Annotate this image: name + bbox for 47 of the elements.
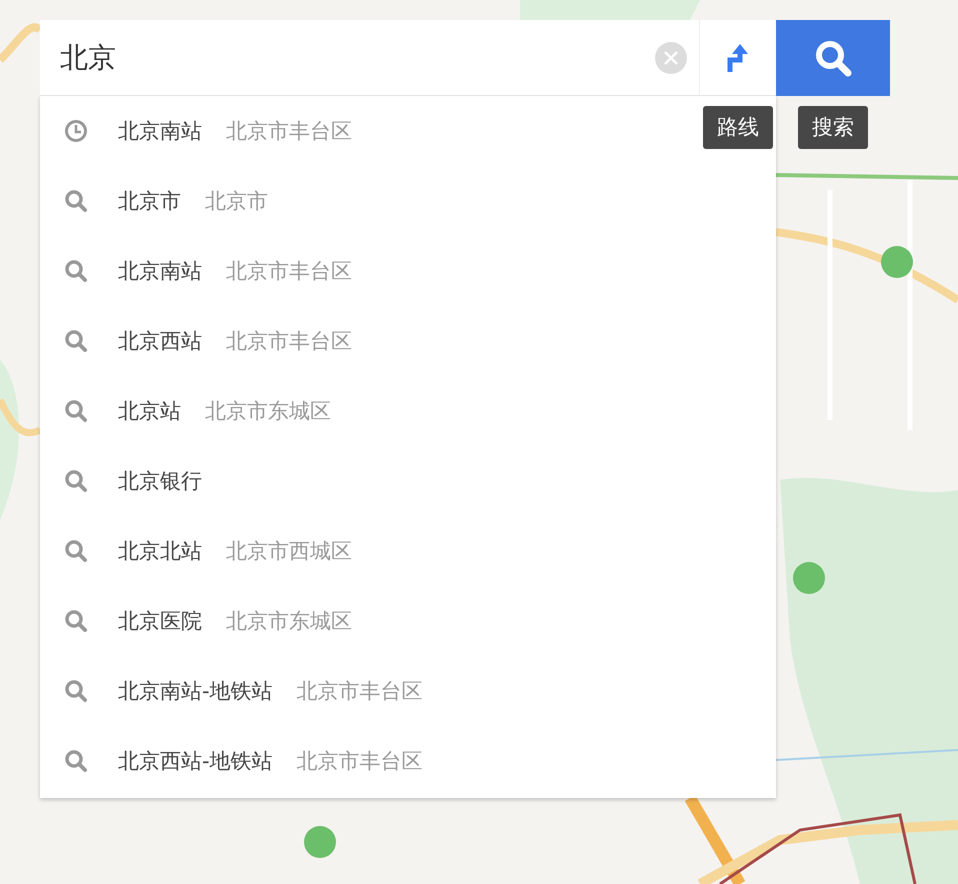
district-text: 北京市西城区 — [226, 538, 352, 565]
suggestion-item[interactable]: 北京南站 北京市丰台区 — [40, 236, 376, 306]
search-icon — [64, 469, 88, 493]
search-icon — [64, 749, 88, 773]
district-text: 北京市东城区 — [226, 608, 352, 635]
suggestion-item[interactable]: 北京南站 北京市丰台区 — [40, 96, 376, 166]
route-arrow-icon — [726, 42, 750, 74]
suggestion-item[interactable]: 北京北站 北京市西城区 — [40, 516, 376, 586]
place-name: 北京南站 — [118, 258, 202, 285]
tooltip: 路线 — [703, 106, 773, 150]
place-name: 北京市 — [118, 188, 181, 215]
place-name: 北京西站-地铁站 — [118, 748, 273, 775]
search-icon — [64, 399, 88, 423]
suggestion-item[interactable]: 北京银行 — [40, 446, 226, 516]
suggestion-item[interactable]: 北京医院 北京市东城区 — [40, 586, 376, 656]
suggestion-item[interactable]: 北京西站-地铁站 北京市丰台区 — [40, 726, 447, 796]
search-bar[interactable]: 北京 — [40, 20, 700, 96]
search-icon — [64, 539, 88, 563]
suggestion-item[interactable]: 北京西站 北京市丰台区 — [40, 306, 376, 376]
district-text: 北京市丰台区 — [226, 258, 352, 285]
district-text: 北京市丰台区 — [296, 678, 423, 705]
search-icon — [64, 259, 88, 283]
place-name: 北京南站-地铁站 — [118, 678, 273, 705]
suggestion-item[interactable]: 北京南站-地铁站 北京市丰台区 — [40, 656, 447, 726]
route-button[interactable] — [700, 20, 776, 96]
district-text: 北京市丰台区 — [226, 118, 352, 145]
search-icon — [64, 609, 88, 633]
place-name: 北京北站 — [118, 538, 202, 565]
place-name: 北京西站 — [118, 328, 202, 355]
place-name: 北京银行 — [118, 468, 202, 495]
district-text: 北京市丰台区 — [296, 748, 423, 775]
suggestion-item[interactable]: 北京站 北京市东城区 — [40, 376, 355, 446]
place-name: 北京站 — [118, 398, 181, 425]
search-icon — [813, 38, 853, 78]
suggestion-item[interactable]: 北京市 北京市 — [40, 166, 292, 236]
clock-icon — [64, 119, 88, 143]
place-name: 北京医院 — [118, 608, 202, 635]
search-icon — [64, 329, 88, 353]
district-text: 北京市东城区 — [205, 398, 331, 425]
search-button[interactable] — [776, 20, 890, 96]
search-icon — [64, 679, 88, 703]
search-icon — [64, 189, 88, 213]
tooltip: 搜索 — [798, 106, 868, 150]
search-field[interactable]: 北京 — [60, 41, 655, 74]
district-text: 北京市 — [205, 188, 268, 215]
district-text: 北京市丰台区 — [226, 328, 352, 355]
place-name: 北京南站 — [118, 118, 202, 145]
